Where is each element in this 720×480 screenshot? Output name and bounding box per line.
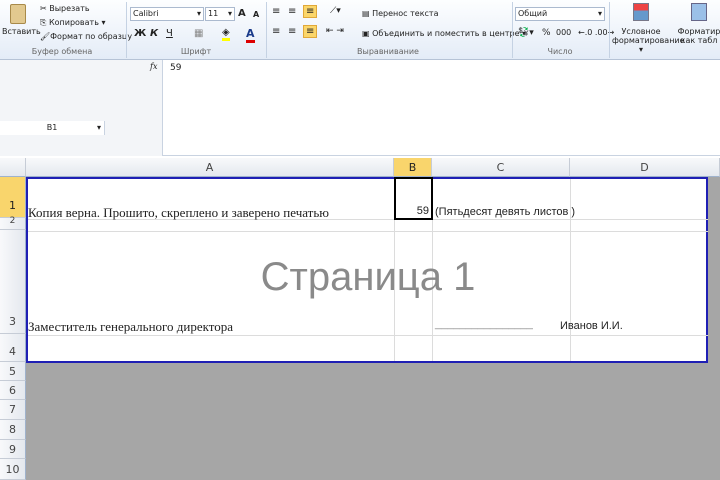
cut-button[interactable]: ✂ Вырезать [40,4,90,13]
thousands-button[interactable]: 000 [556,28,571,37]
divider [266,2,267,58]
column-header-d[interactable]: D [570,158,720,177]
orientation-icon[interactable]: ⟋▾ [330,6,341,16]
paste-label: Вставить [2,27,41,36]
row-header-3[interactable]: 3 [0,230,26,334]
font-size-select[interactable]: 11 ▾ [205,7,235,21]
insert-function-icon[interactable]: fx [150,62,157,71]
font-name-select[interactable]: Calibri ▾ [130,7,204,21]
align-left-icon[interactable]: ≡ [272,26,280,37]
column-header-c[interactable]: C [432,158,570,177]
font-group-label: Шрифт [180,47,212,56]
borders-icon[interactable]: ▦ [194,28,203,39]
table-icon [691,3,707,21]
merge-center-button[interactable]: ▣ Объединить и поместить в центре ▾ [362,29,526,38]
row-header-5[interactable]: 5 [0,362,26,381]
spreadsheet-grid: A B C D Страница 1 Копия верна. Прошито,… [0,158,720,480]
format-as-table-button[interactable]: Форматир как табл [674,3,720,45]
font-name-value: Calibri [133,9,159,18]
row-header-1[interactable]: 1 [0,177,26,218]
row-header-4[interactable]: 4 [0,334,26,362]
row-header-10[interactable]: 10 [0,459,26,480]
cell-a3[interactable]: Заместитель генерального директора [28,319,233,335]
cell-a1[interactable]: Копия верна. Прошито, скреплено и завере… [28,205,329,221]
print-area: Страница 1 Копия верна. Прошито, скрепле… [26,177,708,363]
ribbon: Вставить ✂ Вырезать ⎘ Копировать ▾ 🖌Форм… [0,0,720,60]
page-watermark: Страница 1 [260,255,476,299]
fill-color-icon[interactable]: ◈ [222,27,230,41]
select-all-corner[interactable] [0,158,26,177]
column-header-a[interactable]: A [26,158,394,177]
clipboard-group-label: Буфер обмена [31,47,93,56]
number-format-value: Общий [518,9,548,18]
conditional-formatting-icon [633,3,649,21]
row-header-9[interactable]: 9 [0,440,26,459]
wrap-text-label: Перенос текста [372,9,439,18]
column-header-b[interactable]: B [394,158,432,177]
conditional-label-1: Условное [621,27,661,36]
row-header-6[interactable]: 6 [0,381,26,400]
format-painter-label: Формат по образцу [50,32,133,41]
align-middle-icon[interactable]: ≡ [288,6,296,17]
row-header-8[interactable]: 8 [0,420,26,440]
number-format-select[interactable]: Общий ▾ [515,7,605,21]
formula-bar-left-panel [0,60,163,156]
cell-d3[interactable]: Иванов И.И. [560,320,623,332]
divider [609,2,610,58]
conditional-formatting-button[interactable]: Условное форматирование ▾ [612,3,685,54]
number-group-label: Число [547,47,573,56]
font-color-button[interactable]: A [246,27,255,43]
align-center-icon[interactable]: ≡ [288,26,296,37]
align-right-icon[interactable]: ≡ [303,25,318,38]
cell-c3-signature-line[interactable]: ________________ [435,318,533,330]
copy-button[interactable]: ⎘ Копировать ▾ [40,18,105,28]
alignment-group-label: Выравнивание [357,47,419,56]
copy-label: Копировать [48,18,99,27]
italic-button[interactable]: К [150,28,158,39]
font-size-value: 11 [208,9,219,18]
conditional-label-2: форматирование ▾ [612,36,685,54]
formula-input[interactable]: 59 [170,63,181,73]
align-bottom-icon[interactable]: ≡ [303,5,318,18]
align-top-icon[interactable]: ≡ [272,6,280,17]
wrap-text-button[interactable]: ▤ Перенос текста [362,9,439,18]
cell-c1[interactable]: (Пятьдесят девять листов ) [435,206,575,218]
grow-font-button[interactable]: A [238,8,246,19]
percent-button[interactable]: % [542,28,551,38]
row-header-7[interactable]: 7 [0,400,26,420]
cell-b1[interactable]: 59 [394,177,433,220]
underline-button[interactable]: Ч [166,28,173,39]
table-label-1: Форматир [677,27,720,36]
clipboard-icon [10,4,26,24]
paste-button[interactable]: Вставить [2,4,41,44]
cut-label: Вырезать [49,4,90,13]
row-header-2[interactable]: 2 [0,217,26,230]
merge-center-label: Объединить и поместить в центре [372,29,520,38]
format-painter-button[interactable]: 🖌Формат по образцу [40,32,132,41]
bold-button[interactable]: Ж [134,28,146,39]
name-box[interactable]: B1 ▾ [0,121,105,135]
indent-icons[interactable]: ⇤ ⇥ [326,26,344,36]
formula-bar: B1 ▾ fx 59 [0,60,720,156]
table-label-2: как табл [680,36,718,45]
shrink-font-button[interactable]: A [253,10,259,19]
divider [126,2,127,58]
currency-icon[interactable]: 💱▾ [518,28,534,38]
